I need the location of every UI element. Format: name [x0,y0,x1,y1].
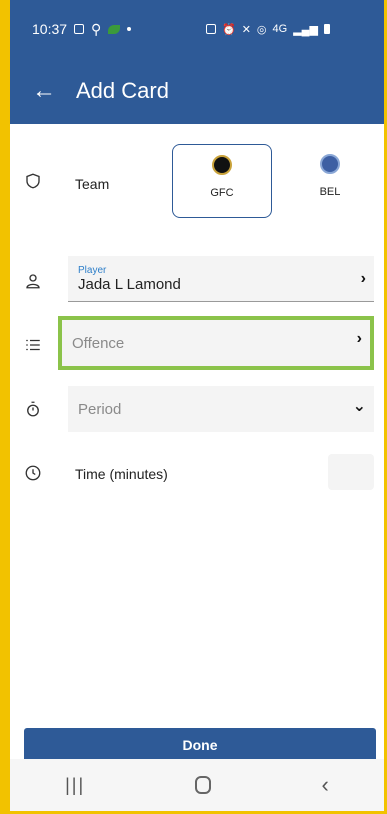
mute-icon: ✕ [241,23,251,36]
player-field-label: Player [78,264,107,276]
status-bar: 10:37 ⚲ ⏰ ✕ ◎ 4G ▂▄▆ [10,0,384,58]
screen-frame: 10:37 ⚲ ⏰ ✕ ◎ 4G ▂▄▆ ← Add Card Team GFC [0,0,387,814]
app-bar: ← Add Card [10,58,384,124]
dot-icon [127,27,132,31]
player-field[interactable]: Player Jada L Lamond › [68,256,374,302]
period-dropdown[interactable]: Period ⌄ [68,386,374,432]
status-time: 10:37 [32,21,68,37]
hotspot-icon: ◎ [256,23,267,36]
team-option-bel[interactable]: BEL [280,144,380,218]
system-nav-bar: ||| ‹ [10,759,384,811]
done-button[interactable]: Done [24,728,376,762]
time-label: Time (minutes) [75,466,168,482]
team-code: GFC [210,187,234,199]
chevron-right-icon: › [360,270,366,287]
gallery-icon [74,24,85,34]
time-input[interactable] [328,454,374,490]
form: Team GFC BEL Player Jada L Lamond › Offe… [10,124,384,811]
recent-apps-icon[interactable]: ||| [65,775,85,796]
home-icon[interactable] [195,776,212,794]
list-icon [24,336,42,354]
back-arrow-icon[interactable]: ← [32,77,66,105]
clock-icon [24,464,42,482]
page-title: Add Card [76,78,169,103]
offence-placeholder: Offence [72,334,125,352]
offence-field[interactable]: Offence › [58,316,374,370]
chevron-right-icon: › [356,330,362,347]
team-option-gfc[interactable]: GFC [172,144,272,218]
network-type: 4G [272,23,288,35]
alarm-icon: ⏰ [222,23,236,36]
battery-icon [323,24,330,34]
shield-icon [24,172,42,190]
chevron-down-icon: ⌄ [352,398,366,415]
person-icon [24,272,42,290]
location-icon: ⚲ [91,20,102,37]
back-icon[interactable]: ‹ [322,772,329,798]
team-label: Team [75,176,110,192]
leaf-icon [108,24,121,34]
gfc-logo-icon [212,155,232,175]
player-field-value: Jada L Lamond [78,275,181,293]
period-placeholder: Period [78,400,122,418]
team-code: BEL [319,186,341,198]
timer-icon [24,400,42,418]
download-icon [206,24,216,34]
bel-logo-icon [320,154,340,174]
signal-icon: ▂▄▆ [293,23,318,36]
